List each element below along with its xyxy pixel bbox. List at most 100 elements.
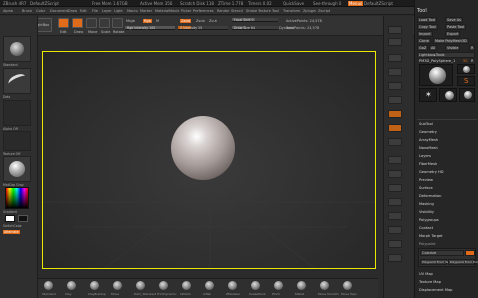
section-texture-map[interactable]: Texture Map [419,280,441,284]
menu-marker[interactable]: Marker [140,9,152,13]
polyf-button[interactable] [388,212,402,220]
menu-preferences[interactable]: Preferences [193,9,214,13]
menu-file[interactable]: File [92,9,98,13]
menu-alpha[interactable]: Alpha [3,9,13,13]
lightbox-tools-button[interactable]: Lightbox▸Tools [417,52,475,58]
scale-button[interactable]: Scale [99,18,110,34]
rotate-button[interactable]: Rotate [112,18,124,34]
section-fibermesh[interactable]: FiberMesh [419,162,437,166]
section-displacement-map[interactable]: Displacement Map [419,288,452,292]
polypaint-from-polygroups-button[interactable]: Polypaint From Polygroup [448,259,478,265]
transp-button[interactable] [388,226,402,234]
make-polymesh-button[interactable]: Make PolyMesh3D [433,38,469,44]
menu-brush[interactable]: Brush [22,9,32,13]
section-uv-map[interactable]: UV Map [419,272,433,276]
brush-move-smooth-icon[interactable] [320,281,329,290]
scale-view-button[interactable] [388,184,402,192]
menu-movie[interactable]: Movie [169,9,179,13]
brush-standard-icon[interactable] [44,281,53,290]
spix-button[interactable] [388,38,402,46]
section-geometry[interactable]: Geometry [419,130,437,134]
section-arraymesh[interactable]: ArrayMesh [419,138,438,142]
menu-edit[interactable]: Edit [80,9,87,13]
visible-button[interactable]: Visible [445,45,461,51]
current-tool-name[interactable]: PM3D_PolySphere_1 [419,59,455,63]
menu-layer[interactable]: Layer [102,9,112,13]
brush-zmodeler-icon[interactable] [228,281,237,290]
alpha-picker[interactable] [3,100,31,126]
tool-thumb-simplebrush[interactable]: S [457,76,475,86]
color-picker[interactable] [5,187,29,209]
menu-draw[interactable]: Draw [68,9,77,13]
section-morph-target[interactable]: Morph Target [419,234,443,238]
section-preview[interactable]: Preview [419,178,433,182]
m-button[interactable]: M [156,19,159,23]
z-intensity-slider[interactable]: Z Intensity 25 [178,26,228,30]
rgb-button[interactable]: Rgb [143,19,152,23]
current-tool-thumbnail[interactable] [419,64,453,86]
quicksave-button[interactable]: QuickSave [283,1,304,6]
document-canvas[interactable] [42,51,376,269]
goz-all-button[interactable]: All [429,45,438,51]
load-tool-button[interactable]: Load Tool [417,17,438,23]
section-layers[interactable]: Layers [419,154,431,158]
export-button[interactable]: Export [445,31,461,37]
section-geometry-hd[interactable]: Geometry HD [419,170,444,174]
tool-thumb-polysphere[interactable] [439,88,457,102]
alternate-button[interactable]: Alternate [3,230,20,234]
section-surface[interactable]: Surface [419,186,433,190]
brush-snakehook-icon[interactable] [251,281,260,290]
colorize-toggle[interactable]: Colorize [420,250,464,256]
section-subtool[interactable]: SubTool [419,122,433,126]
polysphere-model[interactable] [171,116,235,180]
draw-button[interactable]: Draw [72,18,83,34]
menu-macro[interactable]: Macro [127,9,138,13]
tool-thumb-sphere3d[interactable] [457,64,475,74]
xpose-button[interactable] [388,254,402,262]
menu-picker[interactable]: Picker [181,9,191,13]
menu-zscript[interactable]: Zscript [318,9,330,13]
brush-claybuildup-icon[interactable] [90,281,99,290]
stroke-picker[interactable] [3,68,31,94]
floor-button[interactable] [388,124,402,132]
default-zscript[interactable]: DefaultZScript [364,1,393,6]
local-button[interactable] [388,138,402,146]
bpr-button[interactable] [388,26,402,34]
brush-clay-icon[interactable] [67,281,76,290]
colorize-switch[interactable] [465,250,475,256]
brush-pinch-icon[interactable] [274,281,283,290]
zcut-button[interactable]: Zcut [209,19,217,23]
section-nanomesh[interactable]: NanoMesh [419,146,438,150]
rgb-intensity-slider[interactable]: Rgb Intensity 100 [125,26,175,30]
brush-move-icon[interactable] [113,281,122,290]
brush-trimdynamic-icon[interactable] [159,281,168,290]
texture-picker[interactable] [3,131,31,151]
section-deformation[interactable]: Deformation [419,194,441,198]
gradient-label[interactable]: Gradient [3,210,17,214]
solo-button[interactable] [388,240,402,248]
brush-dam-standard-icon[interactable] [136,281,145,290]
menu-light[interactable]: Light [114,9,123,13]
main-color-swatch[interactable] [5,215,15,222]
menu-color[interactable]: Color [36,9,45,13]
material-picker[interactable] [3,156,31,182]
move-button[interactable]: Move [86,18,97,34]
brush-mallet-icon[interactable] [297,281,306,290]
clone-button[interactable]: Clone [417,38,431,44]
copy-tool-button[interactable]: Copy Tool [417,24,438,30]
persp-button[interactable] [388,110,402,118]
menu-texture[interactable]: Texture [258,9,271,13]
tool-r-button[interactable]: R [471,59,474,63]
import-button[interactable]: Import [417,31,433,37]
aahalf-button[interactable] [388,96,402,104]
zsub-button[interactable]: Zsub [196,19,205,23]
see-through-slider[interactable]: See-through 0 [313,1,341,6]
save-as-button[interactable]: Save As [445,17,463,23]
tool-thumb-star[interactable]: ✶ [419,88,437,102]
scroll-button[interactable] [388,54,402,62]
brush-inflat-icon[interactable] [205,281,214,290]
menu-render[interactable]: Render [217,9,229,13]
mrgb-button[interactable]: Mrgb [126,19,135,23]
secondary-color-swatch[interactable] [18,215,28,222]
paste-tool-button[interactable]: Paste Tool [445,24,467,30]
